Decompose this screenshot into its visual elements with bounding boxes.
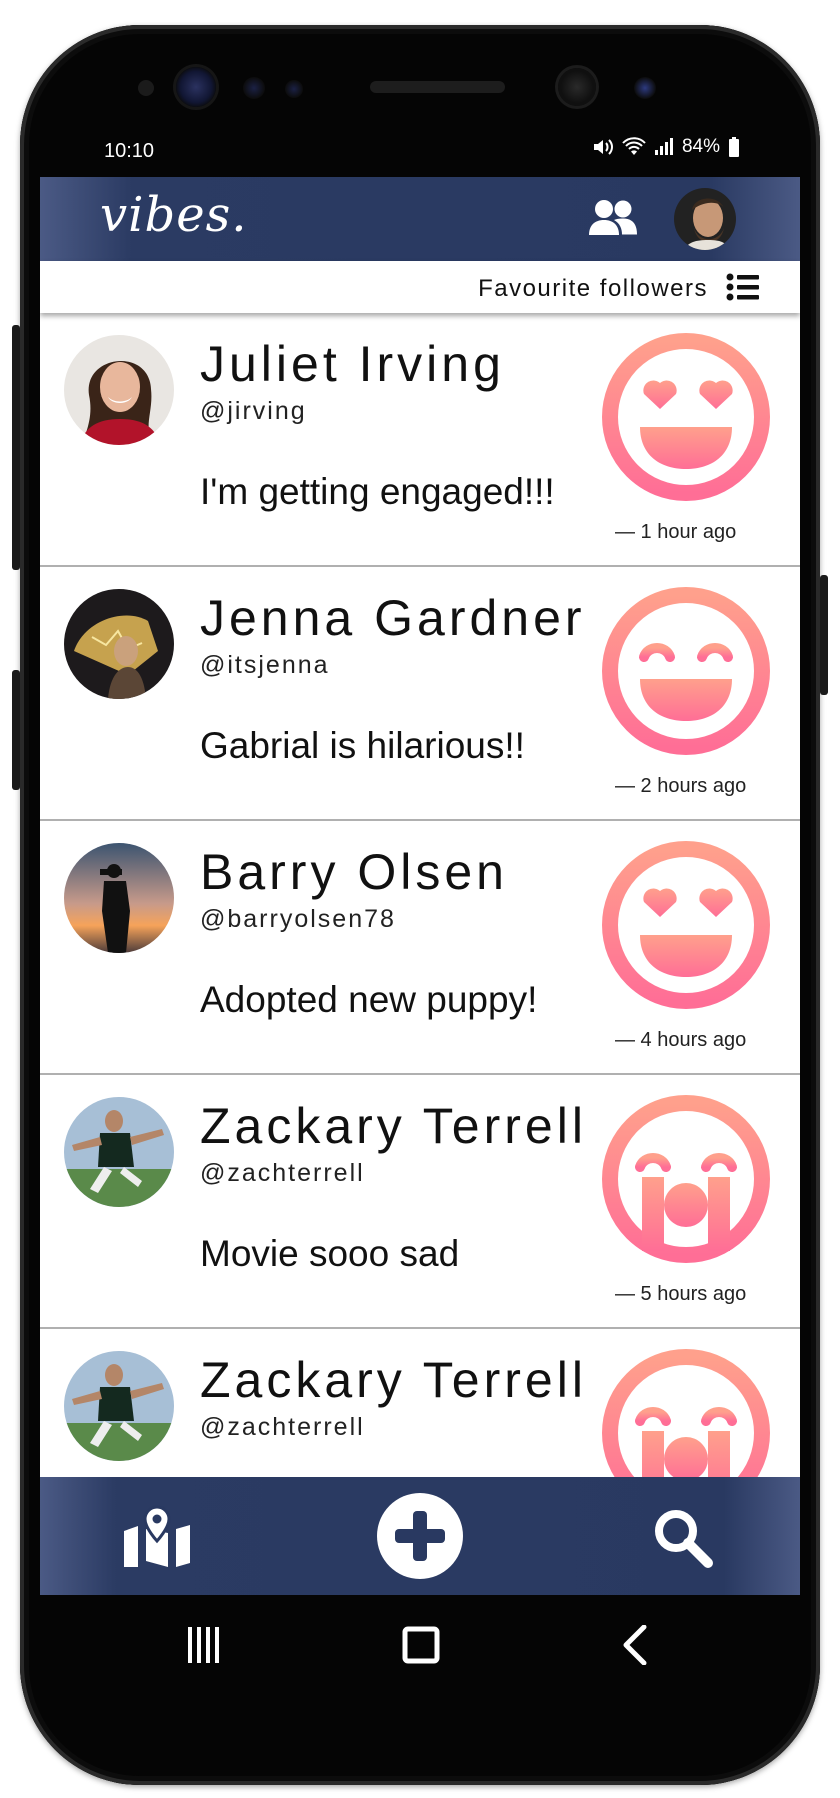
crying-emoji-icon: [602, 1095, 770, 1263]
user-avatar[interactable]: [64, 1351, 174, 1461]
user-avatar[interactable]: [64, 1097, 174, 1207]
wifi-icon: [622, 137, 646, 155]
user-name: Zackary Terrell: [200, 1098, 587, 1154]
heart-eyes-emoji-icon: [602, 841, 770, 1009]
feed-post[interactable]: Zackary Terrell @zachterrell Movie sooo …: [40, 1075, 800, 1329]
user-name: Zackary Terrell: [200, 1352, 587, 1408]
profile-avatar[interactable]: [674, 188, 736, 250]
laughing-emoji-icon: [602, 587, 770, 755]
feed-list: Juliet Irving @jirving I'm getting engag…: [40, 313, 800, 1583]
feed-post[interactable]: Juliet Irving @jirving I'm getting engag…: [40, 313, 800, 567]
user-handle: @barryolsen78: [200, 905, 396, 933]
power-button: [820, 575, 828, 695]
post-time: — 1 hour ago: [615, 521, 737, 543]
iris-sensor: [176, 67, 216, 107]
feed-post[interactable]: Jenna Gardner @itsjenna Gabrial is hilar…: [40, 567, 800, 821]
volume-button: [12, 325, 20, 570]
earpiece-speaker: [370, 81, 505, 93]
user-avatar[interactable]: [64, 843, 174, 953]
home-icon[interactable]: [402, 1625, 440, 1665]
user-handle: @itsjenna: [200, 651, 330, 679]
back-icon[interactable]: [620, 1625, 650, 1665]
sensor: [634, 77, 656, 99]
sensor: [285, 80, 303, 98]
post-time: — 4 hours ago: [615, 1029, 747, 1051]
user-handle: @zachterrell: [200, 1413, 365, 1441]
user-name: Jenna Gardner: [200, 590, 586, 646]
post-message: Gabrial is hilarious!!: [200, 725, 525, 766]
system-navigation-bar: [40, 1595, 800, 1695]
signal-icon: [654, 138, 673, 155]
user-handle: @jirving: [200, 397, 307, 425]
bixby-button: [12, 670, 20, 790]
user-name: Barry Olsen: [200, 844, 508, 900]
add-icon: [395, 1511, 445, 1561]
post-message: Adopted new puppy!: [200, 979, 538, 1020]
add-post-button[interactable]: [377, 1493, 463, 1579]
map-button[interactable]: [122, 1505, 192, 1572]
post-message: I'm getting engaged!!!: [200, 471, 555, 512]
user-avatar[interactable]: [64, 589, 174, 699]
map-icon: [124, 1505, 190, 1567]
bottom-nav: [40, 1477, 800, 1595]
app-screen: vibes. Favourite followers Juliet Irving…: [40, 177, 800, 1595]
status-time: 10:10: [104, 140, 155, 162]
user-avatar[interactable]: [64, 335, 174, 445]
followers-icon[interactable]: [588, 199, 638, 237]
list-icon[interactable]: [726, 273, 760, 301]
post-time: — 5 hours ago: [615, 1283, 747, 1305]
recent-apps-icon[interactable]: [186, 1625, 220, 1665]
sensor: [243, 77, 265, 99]
user-handle: @zachterrell: [200, 1159, 365, 1187]
app-header: vibes.: [40, 177, 800, 261]
app-logo: vibes.: [100, 187, 248, 243]
battery-percent: 84%: [681, 136, 720, 157]
sensor: [138, 80, 154, 96]
heart-eyes-emoji-icon: [602, 333, 770, 501]
front-camera: [558, 68, 596, 106]
search-button[interactable]: [652, 1507, 714, 1574]
favourite-followers-bar[interactable]: Favourite followers: [40, 261, 800, 313]
volume-icon: [593, 139, 613, 155]
user-name: Juliet Irving: [200, 336, 505, 392]
post-message: Movie sooo sad: [200, 1233, 460, 1274]
status-bar: 10:10 84%: [40, 130, 800, 170]
favourite-followers-label: Favourite followers: [478, 275, 708, 302]
feed-post[interactable]: Barry Olsen @barryolsen78 Adopted new pu…: [40, 821, 800, 1075]
post-time: — 2 hours ago: [615, 775, 747, 797]
battery-icon: [729, 137, 739, 157]
search-icon: [655, 1510, 713, 1568]
